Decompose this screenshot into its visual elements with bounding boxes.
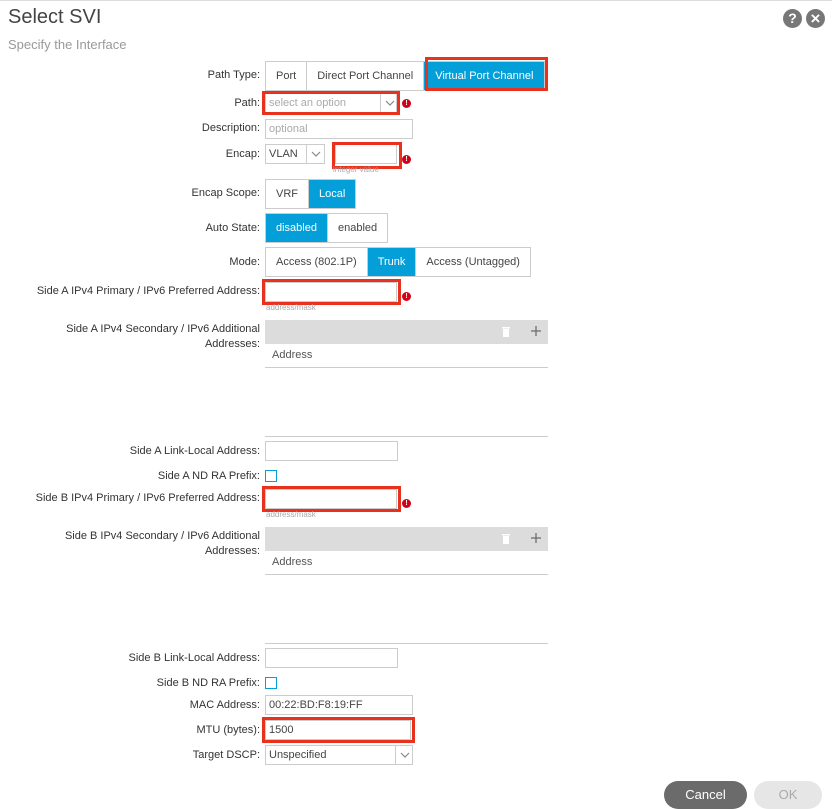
encap-scope-label: Encap Scope: [191, 187, 261, 199]
highlight-box [262, 279, 401, 305]
encap-scope-segmented: VRF Local [265, 179, 357, 209]
side-b-nd-ra-label: Side B ND RA Prefix: [156, 677, 260, 689]
side-b-secondary-label-line2: Addresses: [204, 545, 260, 557]
mode-access-8021p[interactable]: Access (802.1P) [266, 248, 368, 276]
highlight-box [262, 486, 401, 512]
description-input[interactable]: optional [265, 119, 413, 139]
encap-type-value: VLAN [269, 148, 298, 160]
side-b-secondary-address-column: Address [272, 556, 313, 568]
side-a-secondary-address-column: Address [272, 349, 313, 361]
mode-label: Mode: [229, 256, 260, 268]
chevron-down-icon[interactable] [395, 746, 413, 764]
trash-icon[interactable] [501, 325, 511, 343]
ok-button[interactable]: OK [754, 781, 822, 809]
side-b-link-local-input[interactable] [265, 648, 398, 668]
side-b-secondary-label-line1: Side B IPv4 Secondary / IPv6 Additional [64, 530, 260, 542]
encap-scope-vrf[interactable]: VRF [266, 180, 309, 208]
side-b-link-local-label: Side B Link-Local Address: [128, 652, 260, 664]
highlight-box [262, 91, 400, 115]
top-divider [0, 0, 832, 1]
auto-state-label: Auto State: [205, 222, 260, 234]
highlight-box [425, 57, 548, 91]
description-placeholder: optional [269, 123, 308, 135]
chevron-down-icon[interactable] [306, 145, 325, 163]
cancel-button[interactable]: Cancel [664, 781, 747, 809]
error-icon: ! [402, 155, 411, 164]
side-a-link-local-label: Side A Link-Local Address: [129, 445, 260, 457]
mode-access-untagged[interactable]: Access (Untagged) [416, 248, 530, 276]
encap-label: Encap: [225, 148, 260, 160]
side-a-link-local-input[interactable] [265, 441, 398, 461]
side-b-secondary-label: Side B IPv4 Secondary / IPv6 Additional … [65, 529, 260, 559]
mtu-label: MTU (bytes): [196, 724, 260, 736]
mac-address-label: MAC Address: [189, 699, 260, 711]
error-icon: ! [402, 499, 411, 508]
side-a-nd-ra-checkbox[interactable] [265, 470, 277, 482]
encap-hint: integer value [333, 165, 379, 174]
highlight-box [262, 717, 415, 743]
target-dscp-value: Unspecified [269, 749, 327, 761]
mode-segmented: Access (802.1P) Trunk Access (Untagged) [265, 247, 531, 277]
close-icon[interactable]: × [806, 9, 825, 28]
plus-icon[interactable] [530, 531, 542, 549]
target-dscp-dropdown[interactable]: Unspecified [265, 745, 413, 765]
path-type-port[interactable]: Port [266, 62, 308, 90]
dialog-title: Select SVI [8, 6, 102, 28]
plus-icon[interactable] [530, 324, 542, 342]
error-icon: ! [402, 99, 411, 108]
auto-state-enabled[interactable]: enabled [328, 214, 387, 242]
side-a-secondary-label-line2: Addresses: [204, 338, 260, 350]
auto-state-disabled[interactable]: disabled [266, 214, 328, 242]
side-a-primary-hint: address/mask [266, 303, 316, 312]
description-label: Description: [201, 122, 260, 134]
mac-address-input[interactable]: 00:22:BD:F8:19:FF [265, 695, 413, 715]
target-dscp-label: Target DSCP: [192, 749, 260, 761]
path-type-direct-port-channel[interactable]: Direct Port Channel [307, 62, 425, 90]
encap-scope-local[interactable]: Local [309, 180, 356, 208]
table-divider [265, 574, 548, 575]
trash-icon[interactable] [501, 532, 511, 550]
side-b-nd-ra-checkbox[interactable] [265, 677, 277, 689]
table-divider [265, 436, 548, 437]
table-divider [265, 367, 548, 368]
path-type-label: Path Type: [207, 69, 260, 81]
table-divider [265, 643, 548, 644]
help-icon[interactable]: ? [783, 9, 802, 28]
auto-state-segmented: disabled enabled [265, 213, 389, 243]
side-a-secondary-label: Side A IPv4 Secondary / IPv6 Additional … [66, 322, 260, 352]
side-b-primary-hint: address/mask [266, 510, 316, 519]
side-a-nd-ra-label: Side A ND RA Prefix: [157, 470, 260, 482]
side-a-secondary-label-line1: Side A IPv4 Secondary / IPv6 Additional [66, 323, 260, 335]
path-label: Path: [234, 97, 260, 109]
mode-trunk[interactable]: Trunk [367, 248, 417, 276]
dialog-subtitle: Specify the Interface [8, 37, 127, 52]
error-icon: ! [402, 292, 411, 301]
side-b-primary-label: Side B IPv4 Primary / IPv6 Preferred Add… [35, 492, 260, 504]
side-a-primary-label: Side A IPv4 Primary / IPv6 Preferred Add… [36, 285, 260, 297]
